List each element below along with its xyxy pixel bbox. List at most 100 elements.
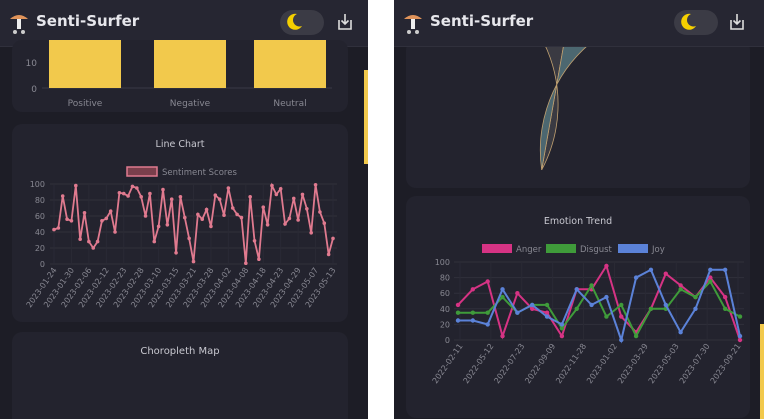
data-point	[217, 197, 222, 201]
data-point	[326, 252, 331, 257]
x-tick-label: 2023-09-21	[709, 342, 743, 385]
legend-swatch-anger	[482, 244, 512, 253]
y-tick-label: 0	[445, 336, 450, 345]
y-tick-label: 60	[440, 289, 450, 298]
data-point	[165, 223, 170, 227]
y-tick-label: 100	[30, 180, 45, 189]
theme-toggle[interactable]	[674, 10, 718, 35]
x-tick-label: 2022-07-23	[492, 342, 526, 385]
data-point	[187, 236, 191, 241]
data-point-anger	[470, 287, 476, 292]
theme-toggle[interactable]	[280, 10, 324, 35]
data-point	[222, 213, 226, 217]
data-point	[322, 221, 327, 225]
bar-label-neutral: Neutral	[273, 99, 306, 109]
data-point-disgust	[574, 306, 579, 311]
data-point	[239, 215, 244, 220]
data-point	[113, 230, 117, 234]
data-point	[73, 183, 78, 188]
data-point-joy	[604, 294, 609, 300]
data-point-disgust	[722, 306, 728, 311]
data-point-joy	[515, 310, 520, 315]
crescent-moon-icon	[287, 13, 302, 30]
bar-chart: 10 0 Positive Negative Neutral	[26, 38, 332, 109]
legend-label-sentiment: Sentiment Scores	[162, 168, 237, 178]
data-point-anger	[722, 294, 728, 300]
scrollbar-thumb[interactable]	[364, 70, 368, 164]
emotion-trend-chart: Emotion Trend Anger Disgust Joy 100 80 60 4…	[431, 216, 744, 385]
y-tick-label: 60	[35, 212, 45, 221]
download-icon[interactable]	[728, 12, 746, 32]
emotion-trend-card: Emotion Trend Anger Disgust Joy 100 80 60 4…	[406, 196, 750, 418]
y-tick-10: 10	[26, 59, 38, 69]
y-tick-label: 40	[440, 305, 450, 314]
data-point	[331, 236, 335, 241]
x-tick-label: 2023-05-03	[647, 342, 681, 385]
data-point	[213, 193, 218, 197]
x-tick-label: 2022-05-12	[461, 342, 495, 385]
data-point-joy	[633, 275, 639, 280]
scrollbar-thumb[interactable]	[760, 324, 764, 419]
surfer-logo-icon	[404, 15, 422, 34]
x-tick-label: 2022-09-09	[523, 342, 557, 385]
data-point-joy	[708, 267, 713, 272]
data-point	[78, 237, 82, 241]
data-point-disgust	[544, 302, 550, 308]
bar-neutral	[254, 38, 326, 88]
data-point	[152, 239, 157, 244]
data-point	[143, 214, 148, 218]
legend-label-disgust: Disgust	[580, 245, 613, 255]
data-point-disgust	[604, 314, 609, 319]
data-point-disgust	[455, 310, 461, 315]
pie-chart	[504, 0, 706, 171]
data-point	[82, 211, 87, 215]
pie-slice	[504, 0, 567, 171]
data-point-disgust	[648, 306, 654, 311]
data-point-joy	[737, 333, 743, 339]
data-point-joy	[470, 318, 476, 323]
data-point	[95, 239, 100, 244]
right-app-window: Emotion Trend Anger Disgust Joy 100 80 60 4…	[394, 0, 764, 419]
data-point-disgust	[500, 294, 505, 300]
data-point-anger	[737, 337, 743, 343]
data-point	[161, 187, 165, 192]
data-point-anger	[559, 333, 565, 339]
bar-positive	[49, 38, 121, 88]
data-point	[305, 207, 309, 211]
data-point	[108, 209, 113, 213]
download-icon[interactable]	[336, 12, 354, 32]
data-point	[313, 183, 318, 187]
data-point-joy	[678, 330, 683, 335]
data-point	[200, 217, 205, 221]
data-point-disgust	[559, 326, 565, 331]
data-point	[130, 184, 135, 189]
data-point	[126, 194, 130, 198]
legend-swatch-sentiment	[126, 166, 158, 177]
map-card: Choropleth Map	[12, 332, 348, 419]
data-point-joy	[559, 322, 565, 327]
data-point	[139, 195, 143, 199]
data-point-anger	[619, 314, 624, 319]
y-tick-label: 20	[35, 244, 45, 253]
data-point	[226, 186, 231, 190]
data-point	[69, 219, 74, 223]
legend-swatch-joy	[618, 244, 648, 253]
data-point	[257, 257, 261, 261]
data-point	[60, 194, 65, 198]
x-tick-label: 2022-11-28	[554, 342, 588, 385]
line-chart-heading: Line Chart	[156, 139, 205, 150]
x-tick-label: 2023-03-29	[616, 342, 650, 385]
data-point-disgust	[633, 333, 639, 339]
data-point	[182, 215, 187, 220]
data-point	[169, 197, 174, 201]
data-point-anger	[455, 302, 461, 308]
data-point	[91, 246, 96, 250]
app-title: Senti-Surfer	[430, 12, 534, 30]
pie-slice	[539, 10, 705, 170]
data-point-disgust	[485, 310, 490, 315]
data-point	[135, 186, 139, 190]
data-point	[283, 222, 287, 226]
data-point-disgust	[678, 287, 683, 292]
data-point	[244, 261, 248, 265]
data-point	[196, 212, 200, 217]
